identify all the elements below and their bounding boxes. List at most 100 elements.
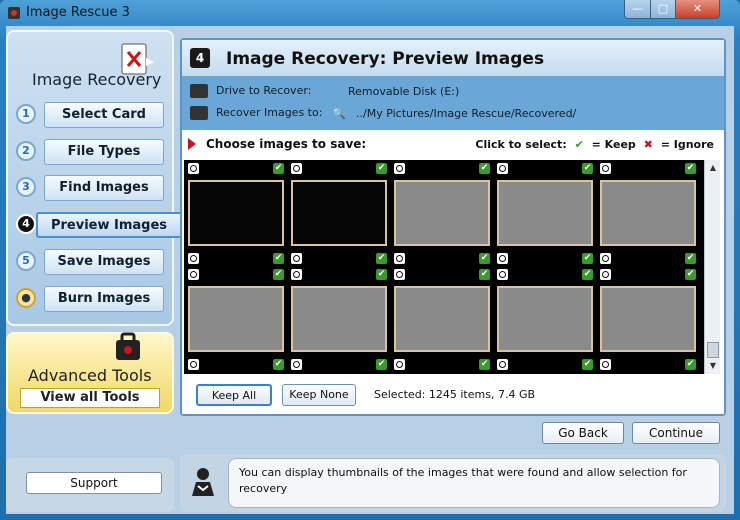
keep-checkmark-icon[interactable]: ✔	[376, 359, 387, 370]
legend-ignore: = Ignore	[660, 138, 714, 151]
thumbnail-item[interactable]: ✔ ✔	[186, 162, 286, 266]
keep-checkmark-icon[interactable]: ✔	[582, 359, 593, 370]
thumbnail-item[interactable]: ✔ ✔	[495, 162, 595, 266]
thumbnail-item[interactable]: ✔ ✔	[289, 162, 389, 266]
magnifier-icon[interactable]	[291, 269, 302, 280]
keep-checkmark-icon[interactable]: ✔	[479, 253, 490, 264]
keep-checkmark-icon[interactable]: ✔	[479, 269, 490, 280]
keep-checkmark-icon[interactable]: ✔	[685, 269, 696, 280]
keep-checkmark-icon[interactable]: ✔	[582, 269, 593, 280]
magnifier-icon[interactable]	[497, 163, 508, 174]
choose-label: Choose images to save:	[206, 137, 367, 151]
recover-row: Recover Images to: 🔍 ../My Pictures/Imag…	[190, 104, 710, 124]
thumbnail-item[interactable]: ✔ ✔	[392, 162, 492, 266]
thumbnail-image[interactable]	[291, 286, 387, 352]
thumbnail-item[interactable]: ✔ ✔	[186, 268, 286, 372]
thumbnail-image[interactable]	[497, 180, 593, 246]
magnifier-icon[interactable]	[394, 163, 405, 174]
minimize-button[interactable]: —	[624, 0, 651, 19]
magnifier-icon[interactable]	[291, 253, 302, 264]
keep-checkmark-icon[interactable]: ✔	[273, 163, 284, 174]
magnifier-icon[interactable]	[600, 253, 611, 264]
thumbnail-item[interactable]: ✔ ✔	[598, 162, 698, 266]
magnifier-icon[interactable]	[188, 269, 199, 280]
magnifier-icon[interactable]	[188, 163, 199, 174]
thumbnail-item[interactable]: ✔ ✔	[495, 268, 595, 372]
thumbnail-image[interactable]	[394, 180, 490, 246]
recover-path: ../My Pictures/Image Rescue/Recovered/	[356, 107, 577, 120]
go-back-button[interactable]: Go Back	[542, 422, 624, 444]
magnifier-icon[interactable]	[394, 269, 405, 280]
sidebar-item-label: Find Images	[44, 175, 164, 201]
thumbnail-toolbar: ✔	[289, 268, 389, 280]
keep-checkmark-icon[interactable]: ✔	[479, 163, 490, 174]
step-number: 5	[16, 251, 36, 271]
sidebar-item-select-card[interactable]: 1 Select Card	[16, 102, 166, 128]
magnifier-icon[interactable]	[600, 163, 611, 174]
keep-checkmark-icon[interactable]: ✔	[685, 359, 696, 370]
scroll-down-icon[interactable]: ▼	[707, 360, 719, 372]
info-band: Drive to Recover: Removable Disk (E:) Re…	[182, 76, 724, 130]
thumbnail-image[interactable]	[497, 286, 593, 352]
scroll-up-icon[interactable]: ▲	[707, 162, 719, 174]
sidebar-item-save-images[interactable]: 5 Save Images	[16, 249, 166, 275]
keep-checkmark-icon[interactable]: ✔	[582, 163, 593, 174]
magnifier-icon[interactable]	[291, 163, 302, 174]
drive-row: Drive to Recover: Removable Disk (E:)	[190, 82, 710, 102]
sidebar-item-burn-images[interactable]: ● Burn Images	[16, 286, 166, 312]
folder-icon	[190, 106, 208, 120]
sidebar-item-label: Select Card	[44, 102, 164, 128]
thumbnail-item[interactable]: ✔ ✔	[598, 268, 698, 372]
thumbnail-image[interactable]	[188, 180, 284, 246]
thumbnail-toolbar: ✔	[598, 268, 698, 280]
window-title: Image Rescue 3	[26, 5, 130, 20]
keep-checkmark-icon[interactable]: ✔	[376, 269, 387, 280]
sidebar-item-find-images[interactable]: 3 Find Images	[16, 175, 166, 201]
keep-none-button[interactable]: Keep None	[282, 384, 356, 406]
magnifier-icon[interactable]	[188, 359, 199, 370]
magnifier-icon[interactable]	[497, 359, 508, 370]
magnifier-icon[interactable]	[291, 359, 302, 370]
magnifier-icon[interactable]	[188, 253, 199, 264]
selection-bar: Keep All Keep None Selected: 1245 items,…	[182, 376, 724, 414]
magnifier-icon[interactable]	[497, 253, 508, 264]
sidebar-item-preview-images[interactable]: 4 Preview Images	[16, 212, 182, 238]
arrow-right-icon	[188, 138, 196, 150]
thumbnail-image[interactable]	[188, 286, 284, 352]
thumbnail-toolbar: ✔	[186, 162, 286, 174]
support-button[interactable]: Support	[26, 472, 162, 494]
keep-checkmark-icon[interactable]: ✔	[273, 359, 284, 370]
keep-checkmark-icon[interactable]: ✔	[685, 253, 696, 264]
advanced-tools-panel: Advanced Tools View all Tools	[6, 332, 174, 414]
view-all-tools-button[interactable]: View all Tools	[20, 388, 160, 408]
continue-button[interactable]: Continue	[632, 422, 720, 444]
thumbnail-image[interactable]	[600, 286, 696, 352]
scroll-thumb[interactable]	[707, 342, 719, 358]
thumbnail-image[interactable]	[600, 180, 696, 246]
sidebar-item-label: Burn Images	[44, 286, 164, 312]
thumbnail-scrollbar[interactable]: ▲ ▼	[704, 160, 720, 374]
keep-checkmark-icon[interactable]: ✔	[582, 253, 593, 264]
keep-checkmark-icon[interactable]: ✔	[376, 163, 387, 174]
keep-all-button[interactable]: Keep All	[196, 384, 272, 406]
thumbnail-image[interactable]	[394, 286, 490, 352]
magnifier-icon[interactable]	[394, 359, 405, 370]
main-header: 4 Image Recovery: Preview Images	[182, 40, 724, 76]
close-button[interactable]: ✕	[675, 0, 720, 19]
maximize-button[interactable]: □	[650, 0, 676, 19]
browse-icon[interactable]: 🔍	[332, 107, 346, 120]
magnifier-icon[interactable]	[600, 269, 611, 280]
keep-checkmark-icon[interactable]: ✔	[273, 269, 284, 280]
keep-checkmark-icon[interactable]: ✔	[479, 359, 490, 370]
thumbnail-item[interactable]: ✔ ✔	[289, 268, 389, 372]
thumbnail-toolbar: ✔	[598, 162, 698, 174]
keep-checkmark-icon[interactable]: ✔	[685, 163, 696, 174]
sidebar-item-file-types[interactable]: 2 File Types	[16, 139, 166, 165]
keep-checkmark-icon[interactable]: ✔	[273, 253, 284, 264]
thumbnail-item[interactable]: ✔ ✔	[392, 268, 492, 372]
magnifier-icon[interactable]	[600, 359, 611, 370]
magnifier-icon[interactable]	[497, 269, 508, 280]
keep-checkmark-icon[interactable]: ✔	[376, 253, 387, 264]
magnifier-icon[interactable]	[394, 253, 405, 264]
thumbnail-image[interactable]	[291, 180, 387, 246]
